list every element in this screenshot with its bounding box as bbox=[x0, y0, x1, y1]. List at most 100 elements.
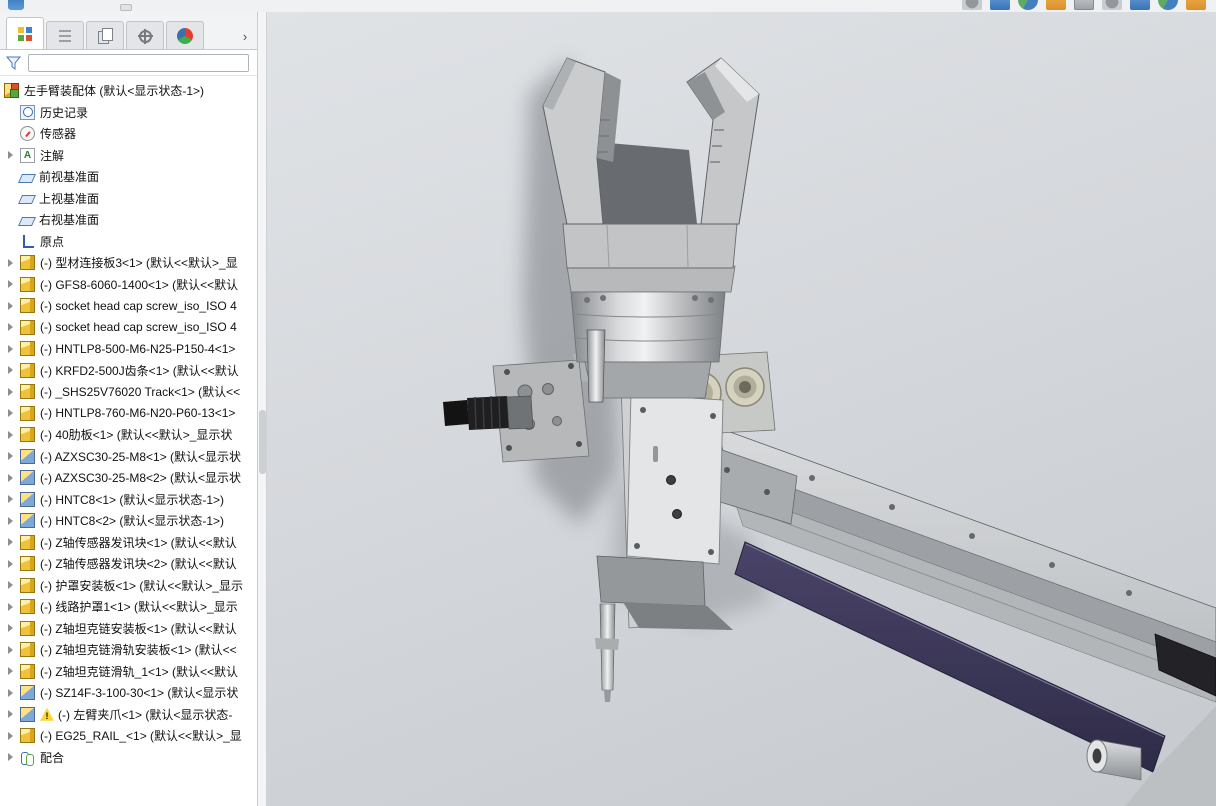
origin-icon bbox=[20, 234, 35, 249]
tree-item[interactable]: (-) _SHS25V76020 Track<1> (默认<< bbox=[0, 381, 257, 403]
part-icon bbox=[20, 341, 35, 357]
part-icon bbox=[20, 620, 35, 636]
expander-icon[interactable] bbox=[6, 710, 20, 718]
tree-item[interactable]: (-) AZXSC30-25-M8<1> (默认<显示状 bbox=[0, 446, 257, 468]
expander-icon[interactable] bbox=[6, 431, 20, 439]
tree-item[interactable]: (-) socket head cap screw_iso_ISO 4 bbox=[0, 317, 257, 339]
displaymanager-icon bbox=[177, 27, 193, 44]
tree-item[interactable]: (-) Z轴坦克链滑轨安装板<1> (默认<< bbox=[0, 639, 257, 661]
part-icon bbox=[20, 663, 35, 679]
part-icon bbox=[20, 384, 35, 400]
tree-item[interactable]: 上视基准面 bbox=[0, 188, 257, 210]
expander-icon[interactable] bbox=[6, 517, 20, 525]
tree-item[interactable]: (-) Z轴传感器发讯块<2> (默认<<默认 bbox=[0, 553, 257, 575]
tree-item[interactable]: 右视基准面 bbox=[0, 209, 257, 231]
tree-item-label: (-) socket head cap screw_iso_ISO 4 bbox=[40, 298, 237, 313]
cropped-toolbar-icon[interactable] bbox=[1046, 0, 1066, 10]
cropped-toolbar-icon[interactable] bbox=[1130, 0, 1150, 10]
expander-icon[interactable] bbox=[6, 259, 20, 267]
tree-item[interactable]: (-) HNTLP8-760-M6-N20-P60-13<1> bbox=[0, 403, 257, 425]
expander-icon[interactable] bbox=[6, 581, 20, 589]
tree-item[interactable]: (-) Z轴传感器发讯块<1> (默认<<默认 bbox=[0, 532, 257, 554]
cropped-toolbar-icon[interactable] bbox=[962, 0, 982, 10]
plane-icon bbox=[17, 216, 37, 226]
tree-item[interactable]: (-) SZ14F-3-100-30<1> (默认<显示状 bbox=[0, 682, 257, 704]
expander-icon[interactable] bbox=[6, 603, 20, 611]
tree-item[interactable]: A 注解 bbox=[0, 145, 257, 167]
tree-item[interactable]: (-) 护罩安装板<1> (默认<<默认>_显示 bbox=[0, 575, 257, 597]
cable-connector bbox=[443, 395, 534, 430]
filter-input[interactable] bbox=[28, 53, 249, 72]
cropped-app-icon[interactable] bbox=[8, 0, 24, 10]
tab-configurationmanager[interactable] bbox=[86, 21, 124, 49]
tree-item[interactable]: 前视基准面 bbox=[0, 166, 257, 188]
expander-icon[interactable] bbox=[6, 409, 20, 417]
expander-icon[interactable] bbox=[6, 689, 20, 697]
tab-featuremanager[interactable] bbox=[6, 17, 44, 49]
plane-icon bbox=[17, 173, 37, 183]
expander-icon[interactable] bbox=[6, 388, 20, 396]
cropped-toolbar-icon[interactable] bbox=[1074, 0, 1094, 10]
tree-item[interactable]: (-) 型材连接板3<1> (默认<<默认>_显 bbox=[0, 252, 257, 274]
part-icon bbox=[20, 276, 35, 292]
tree-item-label: 注解 bbox=[40, 148, 65, 163]
tree-item-label: 右视基准面 bbox=[39, 213, 100, 228]
tree-item[interactable]: (-) HNTC8<2> (默认<显示状态-1>) bbox=[0, 510, 257, 532]
expander-icon[interactable] bbox=[6, 366, 20, 374]
panel-scrollbar[interactable] bbox=[258, 12, 267, 806]
expander-icon bbox=[6, 237, 20, 245]
tree-item[interactable]: (-) socket head cap screw_iso_ISO 4 bbox=[0, 295, 257, 317]
expander-icon[interactable] bbox=[6, 495, 20, 503]
expander-icon[interactable] bbox=[6, 560, 20, 568]
cropped-toolbar-icon[interactable] bbox=[990, 0, 1010, 10]
tree-item[interactable]: (-) 线路护罩1<1> (默认<<默认>_显示 bbox=[0, 596, 257, 618]
tree-item[interactable]: (-) GFS8-6060-1400<1> (默认<<默认 bbox=[0, 274, 257, 296]
viewport-3d[interactable] bbox=[267, 0, 1216, 806]
tree-item[interactable]: 左手臂装配体 (默认<显示状态-1>) bbox=[0, 80, 257, 102]
propertymanager-icon bbox=[59, 30, 71, 43]
tab-dimxpertmanager[interactable] bbox=[126, 21, 164, 49]
expander-icon[interactable] bbox=[6, 753, 20, 761]
tree-item[interactable]: ! (-) 左臂夹爪<1> (默认<显示状态- bbox=[0, 704, 257, 726]
tree-item[interactable]: (-) HNTC8<1> (默认<显示状态-1>) bbox=[0, 489, 257, 511]
cropped-toolbar-icon[interactable] bbox=[1158, 0, 1178, 10]
3d-model-left-arm-assembly[interactable] bbox=[267, 0, 1216, 806]
expander-icon[interactable] bbox=[6, 646, 20, 654]
expander-icon[interactable] bbox=[6, 732, 20, 740]
filter-funnel-icon[interactable] bbox=[6, 56, 22, 70]
tree-item[interactable]: (-) EG25_RAIL_<1> (默认<<默认>_显 bbox=[0, 725, 257, 747]
cropped-toolbar-icon[interactable] bbox=[1018, 0, 1038, 10]
cropped-toolbar-icon[interactable] bbox=[1186, 0, 1206, 10]
expander-icon[interactable] bbox=[6, 323, 20, 331]
tab-propertymanager[interactable] bbox=[46, 21, 84, 49]
panel-drag-handle[interactable] bbox=[120, 4, 132, 11]
expander-icon[interactable] bbox=[6, 151, 20, 159]
history-icon bbox=[20, 104, 35, 120]
tree-item[interactable]: (-) Z轴坦克链滑轨_1<1> (默认<<默认 bbox=[0, 661, 257, 683]
scrollbar-thumb[interactable] bbox=[259, 410, 266, 474]
expander-icon[interactable] bbox=[6, 280, 20, 288]
tree-item-label: (-) HNTC8<1> (默认<显示状态-1>) bbox=[40, 492, 225, 507]
mates-icon bbox=[20, 750, 35, 766]
tree-item-label: (-) Z轴坦克链滑轨_1<1> (默认<<默认 bbox=[40, 664, 239, 679]
tree-item[interactable]: 历史记录 bbox=[0, 102, 257, 124]
tree-item[interactable]: 配合 bbox=[0, 747, 257, 769]
tree-item[interactable]: (-) Z轴坦克链安装板<1> (默认<<默认 bbox=[0, 618, 257, 640]
tree-item[interactable]: (-) HNTLP8-500-M6-N25-P150-4<1> bbox=[0, 338, 257, 360]
expander-icon[interactable] bbox=[6, 452, 20, 460]
tab-overflow-arrow[interactable]: › bbox=[237, 23, 253, 49]
tree-item[interactable]: (-) KRFD2-500J齿条<1> (默认<<默认 bbox=[0, 360, 257, 382]
tab-displaymanager[interactable] bbox=[166, 21, 204, 49]
tree-item[interactable]: 传感器 bbox=[0, 123, 257, 145]
tree-item[interactable]: (-) 40肋板<1> (默认<<默认>_显示状 bbox=[0, 424, 257, 446]
expander-icon[interactable] bbox=[6, 538, 20, 546]
tree-item[interactable]: 原点 bbox=[0, 231, 257, 253]
expander-icon[interactable] bbox=[6, 474, 20, 482]
tree-item[interactable]: (-) AZXSC30-25-M8<2> (默认<显示状 bbox=[0, 467, 257, 489]
expander-icon[interactable] bbox=[6, 667, 20, 675]
expander-icon[interactable] bbox=[6, 345, 20, 353]
expander-icon[interactable] bbox=[6, 624, 20, 632]
part-blue-icon bbox=[20, 706, 35, 722]
cropped-toolbar-icon[interactable] bbox=[1102, 0, 1122, 10]
expander-icon[interactable] bbox=[6, 302, 20, 310]
